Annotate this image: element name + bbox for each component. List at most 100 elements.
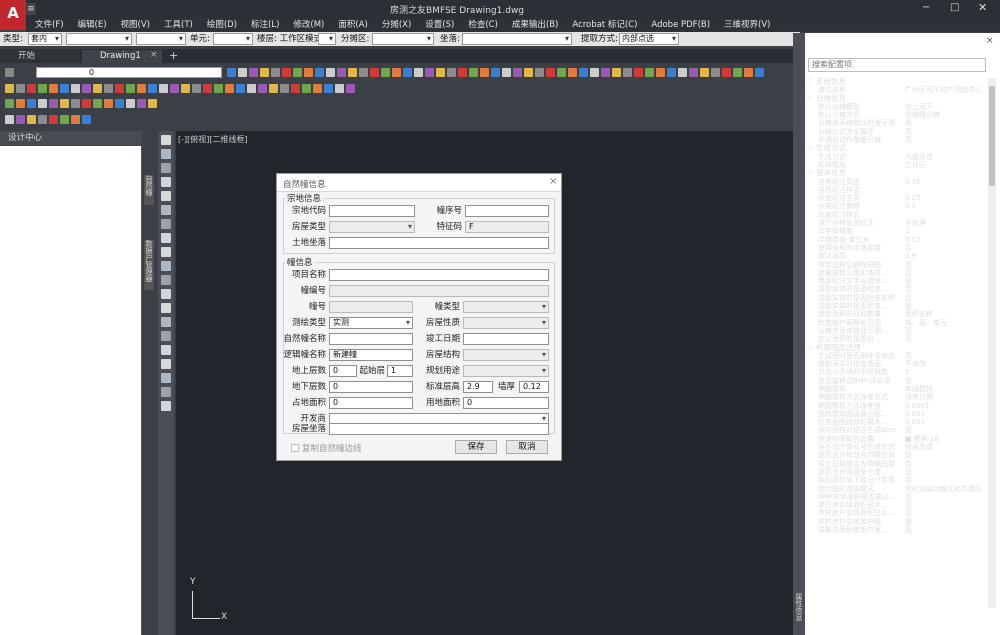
category-select[interactable] <box>136 33 186 45</box>
toolbar-tool-icon[interactable] <box>93 84 102 93</box>
config-row[interactable]: 名称标注高度 0.35 <box>806 178 988 186</box>
toolbar-tool-icon[interactable] <box>49 84 58 93</box>
house-nature-select[interactable] <box>463 317 549 329</box>
config-row[interactable]: 保存图线对是否生成bms 是 <box>806 426 988 434</box>
use-area-input[interactable]: 0 <box>463 397 549 409</box>
toolbar-tool-icon[interactable] <box>326 68 335 77</box>
config-row[interactable]: 提取实体时是否检查名称 否 <box>806 294 988 302</box>
building-type-select[interactable] <box>463 301 549 313</box>
toolbar-tool-icon[interactable] <box>313 84 322 93</box>
zh-input[interactable] <box>465 205 549 217</box>
toolbar-tool-icon[interactable] <box>104 84 113 93</box>
toolbar-tool-icon[interactable] <box>126 84 135 93</box>
toolbar-tool-icon[interactable] <box>291 84 300 93</box>
toolbar-tool-icon[interactable] <box>436 68 445 77</box>
config-row[interactable]: 挂功能区渲染模式 同时渲染功能区和共用区 <box>806 485 988 493</box>
palette-tool-icon[interactable] <box>161 401 171 411</box>
toolbar-tool-icon[interactable] <box>5 84 14 93</box>
toolbar-tool-icon[interactable] <box>392 68 401 77</box>
plan-use-select[interactable] <box>463 365 549 377</box>
toolbar-tool-icon[interactable] <box>38 115 47 124</box>
save-button[interactable]: 保存 <box>455 440 497 454</box>
toolbar-tool-icon[interactable] <box>568 68 577 77</box>
logic-name-input[interactable]: 新建幢 <box>329 349 413 361</box>
config-row[interactable]: 外墙自动作整幢分摊 否 <box>806 136 988 144</box>
toolbar-tool-icon[interactable] <box>335 84 344 93</box>
toolbar-tool-icon[interactable] <box>38 99 47 108</box>
toolbar-tool-icon[interactable] <box>159 84 168 93</box>
toolbar-tool-icon[interactable] <box>115 84 124 93</box>
config-row[interactable]: 写字板精度 1 <box>806 227 988 235</box>
below-floors-input[interactable]: 0 <box>329 381 413 393</box>
config-row[interactable]: 默认层高 2.9 <box>806 252 988 260</box>
layer-icon[interactable] <box>5 68 14 77</box>
toolbar-tool-icon[interactable] <box>16 99 25 108</box>
toolbar-tool-icon[interactable] <box>258 84 267 93</box>
toolbar-tool-icon[interactable] <box>491 68 500 77</box>
toolbar-tool-icon[interactable] <box>678 68 687 77</box>
toolbar-tool-icon[interactable] <box>458 68 467 77</box>
toolbar-tool-icon[interactable] <box>324 84 333 93</box>
land-area-input[interactable]: 0 <box>329 397 413 409</box>
config-row[interactable]: 提取天井时检查重画... 不修改 <box>806 360 988 368</box>
palette-tool-icon[interactable] <box>161 359 171 369</box>
toolbar-tool-icon[interactable] <box>557 68 566 77</box>
maximize-icon[interactable]: □ <box>950 2 960 13</box>
config-row[interactable]: 快速构面颜色设置 ■ 颜色 18 <box>806 435 988 443</box>
palette-tool-icon[interactable] <box>161 387 171 397</box>
menu-output[interactable]: 成果输出(B) <box>505 18 565 32</box>
toolbar-tool-icon[interactable] <box>214 84 223 93</box>
toolbar-tool-icon[interactable] <box>238 68 247 77</box>
properties-side-tab[interactable]: 属性信息 <box>794 593 804 629</box>
config-row[interactable]: 成果总面积使用户室... 否 <box>806 526 988 534</box>
toolbar-tool-icon[interactable] <box>27 84 36 93</box>
config-category[interactable]: 构面图层选择 <box>806 344 988 353</box>
menu-view[interactable]: 视图(V) <box>114 18 157 32</box>
palette-tool-icon[interactable] <box>161 373 171 383</box>
toolbar-tool-icon[interactable] <box>236 84 245 93</box>
toolbar-tool-icon[interactable] <box>16 84 25 93</box>
palette-tool-icon[interactable] <box>161 233 171 243</box>
cancel-button[interactable]: 取消 <box>506 440 548 454</box>
palette-tool-icon[interactable] <box>161 303 171 313</box>
config-row[interactable]: 检查画图线段的最大... 0.001 <box>806 418 988 426</box>
toolbar-tool-icon[interactable] <box>148 99 157 108</box>
config-scrollbar-thumb[interactable] <box>989 86 995 186</box>
toolbar-tool-icon[interactable] <box>71 115 80 124</box>
design-center-panel[interactable] <box>0 131 142 635</box>
config-row[interactable]: 墙厚标注文字与墙体... 是 <box>806 277 988 285</box>
toolbar-tool-icon[interactable] <box>403 68 412 77</box>
toolbar-tool-icon[interactable] <box>667 68 676 77</box>
toolbar-tool-icon[interactable] <box>282 68 291 77</box>
toolbar-tool-icon[interactable] <box>381 68 390 77</box>
config-row[interactable]: 椭圆模拟 单线模拟 <box>806 385 988 393</box>
config-row[interactable]: 长度标注字高 0.25 <box>806 194 988 202</box>
house-type-select[interactable] <box>329 221 415 233</box>
viewport-label[interactable]: [-][俯视][二维线框] <box>178 134 248 145</box>
toolbar-tool-icon[interactable] <box>249 68 258 77</box>
toolbar-tool-icon[interactable] <box>104 99 113 108</box>
config-row[interactable]: 生成面时是否删除多余点 否 <box>806 352 988 360</box>
menu-adobe-pdf[interactable]: Adobe PDF(B) <box>644 18 717 32</box>
type-sub-select[interactable] <box>66 33 132 45</box>
toolbar-tool-icon[interactable] <box>269 84 278 93</box>
dialog-close-icon[interactable]: × <box>549 176 557 187</box>
toolbar-tool-icon[interactable] <box>524 68 533 77</box>
config-row[interactable]: 生成方式 内部点选 <box>806 153 988 161</box>
toolbar-tool-icon[interactable] <box>722 68 731 77</box>
survey-type-select[interactable]: 实测 <box>329 317 413 329</box>
minimize-icon[interactable]: − <box>922 2 932 13</box>
toolbar-tool-icon[interactable] <box>260 68 269 77</box>
config-row[interactable]: 提取实体时是否检查... 否 <box>806 285 988 293</box>
panel-close-icon[interactable]: × <box>986 36 994 46</box>
toolbar-tool-icon[interactable] <box>293 68 302 77</box>
palette-tool-icon[interactable] <box>161 163 171 173</box>
toolbar-tool-icon[interactable] <box>225 84 234 93</box>
palette-tool-icon[interactable] <box>161 191 171 201</box>
type-select[interactable]: 套内 <box>28 33 62 45</box>
config-row[interactable]: 提取实体时是否检查... 是 <box>806 302 988 310</box>
layer-dropdown[interactable]: 0 <box>36 67 222 78</box>
menu-tools[interactable]: 工具(T) <box>157 18 200 32</box>
tab-close-icon[interactable]: × <box>150 50 158 60</box>
config-row[interactable]: 椭圆模拟方式误差方式 误差比例 <box>806 393 988 401</box>
